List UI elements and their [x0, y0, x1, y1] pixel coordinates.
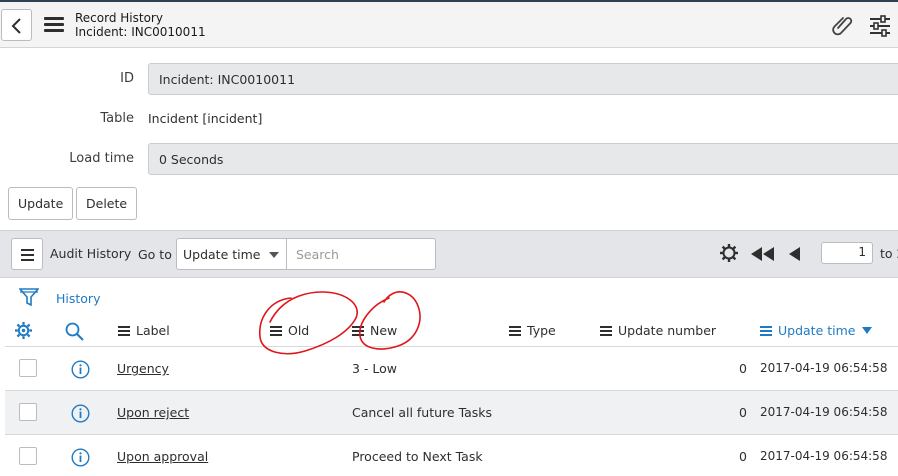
- sliders-icon[interactable]: [869, 15, 891, 37]
- chevron-down-icon: [269, 252, 279, 258]
- paperclip-icon[interactable]: [832, 14, 854, 36]
- row-new-value: Proceed to Next Task: [352, 449, 483, 464]
- row-update-time: 2017-04-19 06:54:58: [760, 361, 888, 375]
- page-range-text: to 2: [880, 246, 898, 261]
- column-menu-icon[interactable]: [760, 326, 772, 336]
- delete-button[interactable]: Delete: [76, 187, 138, 220]
- info-icon[interactable]: [71, 404, 90, 423]
- table-value: Incident [incident]: [148, 111, 263, 126]
- id-field[interactable]: Incident: INC0010011: [148, 63, 898, 95]
- column-menu-icon[interactable]: [600, 326, 612, 336]
- row-label-link[interactable]: Upon approval: [117, 449, 208, 464]
- row-checkbox[interactable]: [19, 359, 37, 377]
- back-icon: [11, 18, 21, 34]
- row-checkbox[interactable]: [19, 447, 37, 465]
- column-menu-icon[interactable]: [352, 326, 364, 336]
- column-header-update-number[interactable]: Update number: [600, 323, 716, 338]
- search-input[interactable]: [286, 238, 436, 270]
- column-header-new[interactable]: New: [352, 323, 397, 338]
- column-header-old[interactable]: Old: [270, 323, 309, 338]
- gear-icon[interactable]: [719, 243, 739, 263]
- row-new-value: Cancel all future Tasks: [352, 405, 493, 420]
- search-icon[interactable]: [65, 322, 84, 341]
- load-time-label: Load time: [69, 151, 134, 166]
- first-page-icon[interactable]: [751, 247, 777, 261]
- row-update-number: 0: [739, 449, 747, 464]
- id-label: ID: [120, 71, 134, 86]
- load-time-field[interactable]: 0 Seconds: [148, 143, 898, 175]
- info-icon[interactable]: [71, 448, 90, 467]
- row-update-number: 0: [739, 361, 747, 376]
- list-menu-button[interactable]: [11, 238, 43, 270]
- previous-page-icon[interactable]: [789, 247, 801, 261]
- breadcrumb[interactable]: History: [56, 291, 100, 306]
- goto-selected-value: Update time: [183, 247, 261, 262]
- page-subtitle: Incident: INC0010011: [75, 25, 206, 39]
- table-row: Urgency 3 - Low 0 2017-04-19 06:54:58: [5, 346, 898, 390]
- table-label: Table: [100, 111, 134, 126]
- row-update-number: 0: [739, 405, 747, 420]
- column-header-update-time[interactable]: Update time: [760, 323, 873, 338]
- list-settings-gear-icon[interactable]: [14, 321, 33, 340]
- column-header-type[interactable]: Type: [509, 323, 556, 338]
- row-update-time: 2017-04-19 06:54:58: [760, 449, 888, 463]
- goto-select[interactable]: Update time: [176, 238, 288, 270]
- list-title: Audit History: [50, 246, 132, 261]
- column-menu-icon[interactable]: [118, 326, 130, 336]
- row-label-link[interactable]: Upon reject: [117, 405, 189, 420]
- goto-label: Go to: [138, 247, 172, 262]
- page-header: Record History Incident: INC0010011: [0, 2, 898, 48]
- row-update-time: 2017-04-19 06:54:58: [760, 405, 888, 419]
- table-row: Upon reject Cancel all future Tasks 0 20…: [5, 390, 898, 434]
- row-new-value: 3 - Low: [352, 361, 398, 376]
- row-label-link[interactable]: Urgency: [117, 361, 169, 376]
- row-checkbox[interactable]: [19, 403, 37, 421]
- column-header-label[interactable]: Label: [118, 323, 170, 338]
- filter-icon[interactable]: [19, 287, 39, 307]
- column-menu-icon[interactable]: [270, 326, 282, 336]
- info-icon[interactable]: [71, 360, 90, 379]
- table-row: Upon approval Proceed to Next Task 0 201…: [5, 434, 898, 476]
- page-number-input[interactable]: 1: [821, 242, 873, 264]
- sort-descending-icon: [862, 327, 873, 334]
- menu-icon[interactable]: [44, 17, 64, 33]
- back-button[interactable]: [1, 9, 32, 41]
- page-title: Record History: [75, 11, 163, 25]
- list-toolbar: Audit History Go to Update time 1 to 2: [0, 230, 898, 278]
- update-button[interactable]: Update: [8, 187, 74, 220]
- column-menu-icon[interactable]: [509, 326, 521, 336]
